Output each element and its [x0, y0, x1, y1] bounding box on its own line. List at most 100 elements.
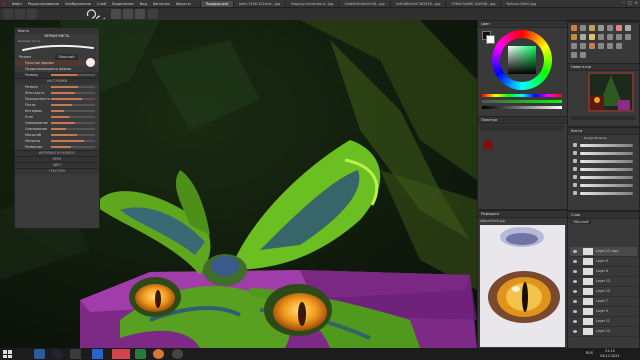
line-tool-icon[interactable]: [598, 43, 604, 49]
palette-swatch[interactable]: [483, 140, 493, 150]
slider-track[interactable]: [51, 146, 95, 148]
slider-track[interactable]: [51, 92, 95, 94]
fit-icon[interactable]: [148, 9, 158, 19]
maximize-icon[interactable]: □: [628, 0, 632, 5]
tab-document[interactable]: bells-7546-151ckst...jpg: [233, 0, 285, 7]
close-icon[interactable]: ×: [635, 0, 638, 5]
eye-icon[interactable]: [573, 290, 577, 293]
system-clock[interactable]: 21:12 06.12.2021: [598, 349, 622, 359]
app-icon[interactable]: [92, 349, 103, 359]
fill-tool-icon[interactable]: [580, 34, 586, 40]
background-color-swatch[interactable]: [486, 35, 495, 44]
slider-track[interactable]: [51, 110, 95, 112]
layer-row[interactable]: Layer 11 copy: [570, 247, 637, 257]
move-tool-icon[interactable]: [580, 25, 586, 31]
select-rect-icon[interactable]: [598, 34, 604, 40]
eye-icon[interactable]: [573, 310, 577, 313]
transform-tool-icon[interactable]: [589, 25, 595, 31]
layer-row[interactable]: Layer 14: [570, 327, 637, 337]
select-ellipse-icon[interactable]: [607, 34, 613, 40]
slider-track[interactable]: [51, 74, 95, 76]
tab-document[interactable]: Sloping-christmas-tr...jpg: [284, 0, 339, 7]
save-icon[interactable]: [27, 9, 37, 19]
section-texture[interactable]: ТЕКСТУРА: [15, 168, 99, 174]
menu-file[interactable]: Файл: [9, 2, 25, 6]
slider-track[interactable]: [51, 116, 95, 118]
crop-tool-icon[interactable]: [598, 25, 604, 31]
slider-track[interactable]: [51, 86, 95, 88]
open-file-icon[interactable]: [15, 9, 25, 19]
pan-tool-icon[interactable]: [580, 43, 586, 49]
minimize-icon[interactable]: –: [623, 0, 625, 5]
app-logo-icon[interactable]: ◈: [0, 2, 9, 6]
slider-track[interactable]: [51, 134, 95, 136]
grid-tool-icon[interactable]: [580, 52, 586, 58]
picker-tool-icon[interactable]: [589, 34, 595, 40]
menu-select[interactable]: Выделение: [109, 2, 136, 6]
eye-icon[interactable]: [573, 280, 577, 283]
slider-track[interactable]: [51, 140, 95, 142]
menu-edit[interactable]: Редактирование: [25, 2, 62, 6]
lasso-icon[interactable]: [616, 34, 622, 40]
eye-icon[interactable]: [573, 320, 577, 323]
brush-preset[interactable]: [570, 166, 637, 173]
eye-icon[interactable]: [573, 250, 577, 253]
eye-icon[interactable]: [573, 300, 577, 303]
language-indicator[interactable]: RUS: [586, 351, 593, 355]
undo-redo-icon[interactable]: [84, 9, 108, 19]
start-icon[interactable]: [2, 349, 13, 359]
rotate-icon[interactable]: [123, 9, 133, 19]
menu-image[interactable]: Изображение: [62, 2, 94, 6]
tab-document[interactable]: 9p9uuu-D9n0.jpg: [500, 0, 541, 7]
brush-preset[interactable]: [570, 158, 637, 165]
layer-row[interactable]: Layer 9: [570, 307, 637, 317]
zoom-tool-icon[interactable]: [571, 43, 577, 49]
gradient-tool-icon[interactable]: [571, 34, 577, 40]
layer-row[interactable]: Layer 11: [570, 317, 637, 327]
layer-row[interactable]: Layer 7: [570, 297, 637, 307]
shape-tool-icon[interactable]: [625, 25, 631, 31]
brush-preset[interactable]: [570, 182, 637, 189]
saturation-value-square[interactable]: [508, 46, 536, 74]
saturation-slider[interactable]: [482, 100, 562, 103]
flip-icon[interactable]: [135, 9, 145, 19]
text-tool-icon[interactable]: [607, 25, 613, 31]
steam-icon[interactable]: [52, 349, 63, 359]
tab-document[interactable]: 0hqk0x9n8a4h1ll8...jpg: [338, 0, 389, 7]
app-icon[interactable]: [172, 349, 183, 359]
tab-document[interactable]: 2e61d8bc5d7162453...jpg: [389, 0, 446, 7]
value-slider[interactable]: [482, 106, 562, 109]
app-icon[interactable]: [70, 349, 81, 359]
layer-row[interactable]: Layer 10: [570, 287, 637, 297]
color-wheel[interactable]: [492, 30, 552, 90]
eraser-tool-icon[interactable]: [616, 25, 622, 31]
tab-document[interactable]: 2980e7dd86 12d948...jpg: [445, 0, 500, 7]
layer-row[interactable]: Layer 8: [570, 267, 637, 277]
brush-set-name[interactable]: Rough Brushes: [584, 136, 607, 140]
smudge-tool-icon[interactable]: [589, 43, 595, 49]
menu-extra[interactable]: Фрукты: [173, 2, 194, 6]
app-icon[interactable]: [135, 349, 146, 359]
eye-icon[interactable]: [573, 330, 577, 333]
magic-wand-icon[interactable]: [625, 34, 631, 40]
slider-track[interactable]: [51, 104, 95, 106]
menu-view[interactable]: Вид: [137, 2, 150, 6]
path-tool-icon[interactable]: [607, 43, 613, 49]
slider-track[interactable]: [51, 128, 95, 130]
tab-document[interactable]: Подарок.psd: [199, 0, 234, 7]
eye-icon[interactable]: [573, 260, 577, 263]
menu-filters[interactable]: Фильтры: [150, 2, 173, 6]
slider-track[interactable]: [51, 98, 95, 100]
brush-preset[interactable]: [570, 174, 637, 181]
layer-row[interactable]: Layer 13: [570, 277, 637, 287]
eye-icon[interactable]: [573, 270, 577, 273]
brush-tool-icon[interactable]: [571, 25, 577, 31]
layer-row[interactable]: Layer 6: [570, 257, 637, 267]
brush-preset[interactable]: [570, 150, 637, 157]
menu-layer[interactable]: Слой: [94, 2, 109, 6]
brush-preset[interactable]: [570, 190, 637, 197]
app-icon[interactable]: [112, 349, 130, 359]
mirror-icon[interactable]: [111, 9, 121, 19]
layer-blend-mode[interactable]: Обычный: [571, 220, 591, 224]
slider-row[interactable]: Размытие: [15, 144, 99, 150]
